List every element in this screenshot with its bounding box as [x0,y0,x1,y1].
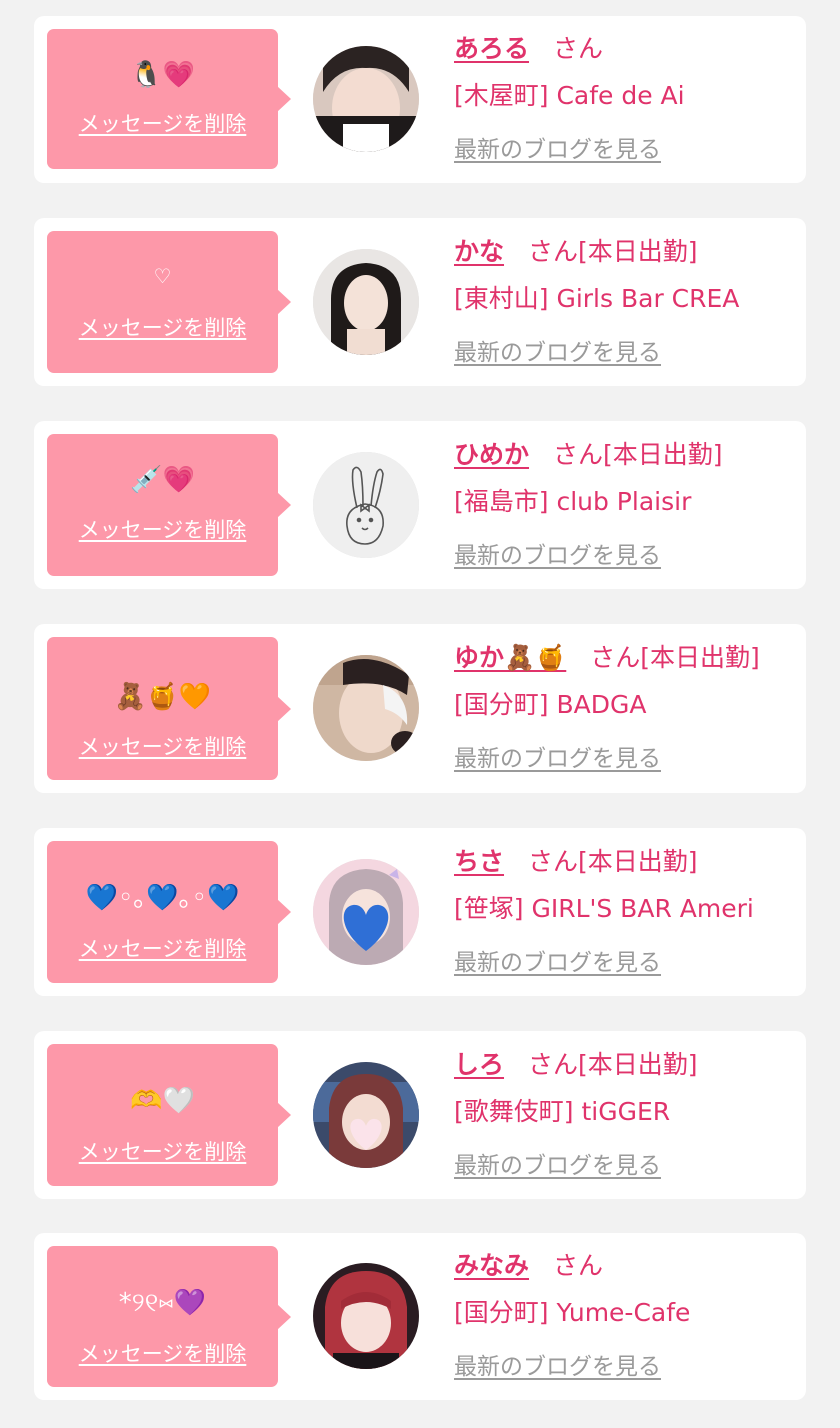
cast-name-link[interactable]: ひめか [454,440,529,469]
shop-name: [笹塚] GIRL'S BAR Ameri [454,894,754,923]
delete-message-link[interactable]: メッセージを削除 [47,936,278,962]
message-card: *୨୧⑅💜 メッセージを削除 みなみ さん [国分町] Yume-Cafe 最新の… [34,1233,806,1400]
avatar[interactable] [313,655,419,761]
status-badge: [本日出勤] [578,237,698,266]
name-line: あろる さん [454,32,603,66]
name-line: かな さん[本日出勤] [454,235,698,269]
latest-blog-link[interactable]: 最新のブログを見る [454,1352,661,1382]
message-bubble: *୨୧⑅💜 メッセージを削除 [47,1246,291,1387]
avatar[interactable] [313,452,419,558]
cast-name-link[interactable]: ゆか🧸🍯 [454,643,566,672]
delete-message-link[interactable]: メッセージを削除 [47,111,278,137]
latest-blog-link[interactable]: 最新のブログを見る [454,338,661,368]
message-card: ♡ メッセージを削除 かな さん[本日出勤] [東村山] Girls Bar CR… [34,218,806,386]
name-line: みなみ さん [454,1249,603,1283]
message-text: ♡ [153,264,172,288]
latest-blog-link[interactable]: 最新のブログを見る [454,1151,661,1181]
message-list: 🐧💗 メッセージを削除 あろる さん [木屋町] Cafe de Ai 最新のブロ… [0,0,840,1428]
shop-name: [国分町] BADGA [454,690,647,719]
cast-name-link[interactable]: ちさ [454,847,504,876]
status-badge: [本日出勤] [640,643,760,672]
shop-name: [福島市] club Plaisir [454,487,692,516]
honorific: さん [528,1050,579,1079]
message-bubble: 💉💗 メッセージを削除 [47,434,291,576]
cast-name-link[interactable]: みなみ [454,1251,529,1280]
honorific: さん [528,847,579,876]
delete-message-link[interactable]: メッセージを削除 [47,734,278,760]
message-card: 💙◦｡💙｡◦💙 メッセージを削除 ちさ さん[本日出勤] [笹塚] GIRL'S … [34,828,806,996]
avatar[interactable] [313,1263,419,1369]
name-line: ちさ さん[本日出勤] [454,845,698,879]
message-text: *୨୧⑅💜 [118,1288,207,1318]
status-badge: [本日出勤] [578,1050,698,1079]
cast-name-link[interactable]: あろる [454,34,529,63]
latest-blog-link[interactable]: 最新のブログを見る [454,135,661,165]
message-bubble: ♡ メッセージを削除 [47,231,291,373]
shop-name: [歌舞伎町] tiGGER [454,1097,671,1126]
message-bubble: 🫶🤍 メッセージを削除 [47,1044,291,1186]
message-text: 🧸🍯🧡 [113,682,212,712]
cast-name-link[interactable]: しろ [454,1050,504,1079]
honorific: さん [553,1251,604,1280]
honorific: さん [528,237,579,266]
message-card: 🫶🤍 メッセージを削除 しろ さん[本日出勤] [歌舞伎町] tiGGER 最新の… [34,1031,806,1199]
honorific: さん [553,34,604,63]
shop-name: [東村山] Girls Bar CREA [454,284,740,313]
name-line: しろ さん[本日出勤] [454,1048,698,1082]
name-line: ゆか🧸🍯 さん[本日出勤] [454,641,760,675]
avatar[interactable] [313,249,419,355]
avatar[interactable] [313,46,419,152]
message-card: 🐧💗 メッセージを削除 あろる さん [木屋町] Cafe de Ai 最新のブロ… [34,16,806,183]
delete-message-link[interactable]: メッセージを削除 [47,1139,278,1165]
cast-name-link[interactable]: かな [454,237,504,266]
status-badge: [本日出勤] [578,847,698,876]
delete-message-link[interactable]: メッセージを削除 [47,315,278,341]
message-bubble: 💙◦｡💙｡◦💙 メッセージを削除 [47,841,291,983]
message-bubble: 🐧💗 メッセージを削除 [47,29,291,169]
avatar[interactable] [313,859,419,965]
message-text: 💉💗 [130,465,195,495]
latest-blog-link[interactable]: 最新のブログを見る [454,948,661,978]
status-badge: [本日出勤] [603,440,723,469]
shop-name: [国分町] Yume-Cafe [454,1298,691,1327]
message-text: 💙◦｡💙｡◦💙 [85,883,240,913]
message-card: 💉💗 メッセージを削除 ひめか さん[本日出勤] [福島市] club Plai… [34,421,806,589]
message-bubble: 🧸🍯🧡 メッセージを削除 [47,637,291,780]
honorific: さん [590,643,641,672]
delete-message-link[interactable]: メッセージを削除 [47,517,278,543]
avatar[interactable] [313,1062,419,1168]
latest-blog-link[interactable]: 最新のブログを見る [454,541,661,571]
name-line: ひめか さん[本日出勤] [454,438,723,472]
delete-message-link[interactable]: メッセージを削除 [47,1341,278,1367]
shop-name: [木屋町] Cafe de Ai [454,81,685,110]
message-text: 🐧💗 [130,60,195,90]
message-card: 🧸🍯🧡 メッセージを削除 ゆか🧸🍯 さん[本日出勤] [国分町] BADGA 最新… [34,624,806,793]
message-text: 🫶🤍 [130,1086,195,1116]
latest-blog-link[interactable]: 最新のブログを見る [454,744,661,774]
honorific: さん [553,440,604,469]
